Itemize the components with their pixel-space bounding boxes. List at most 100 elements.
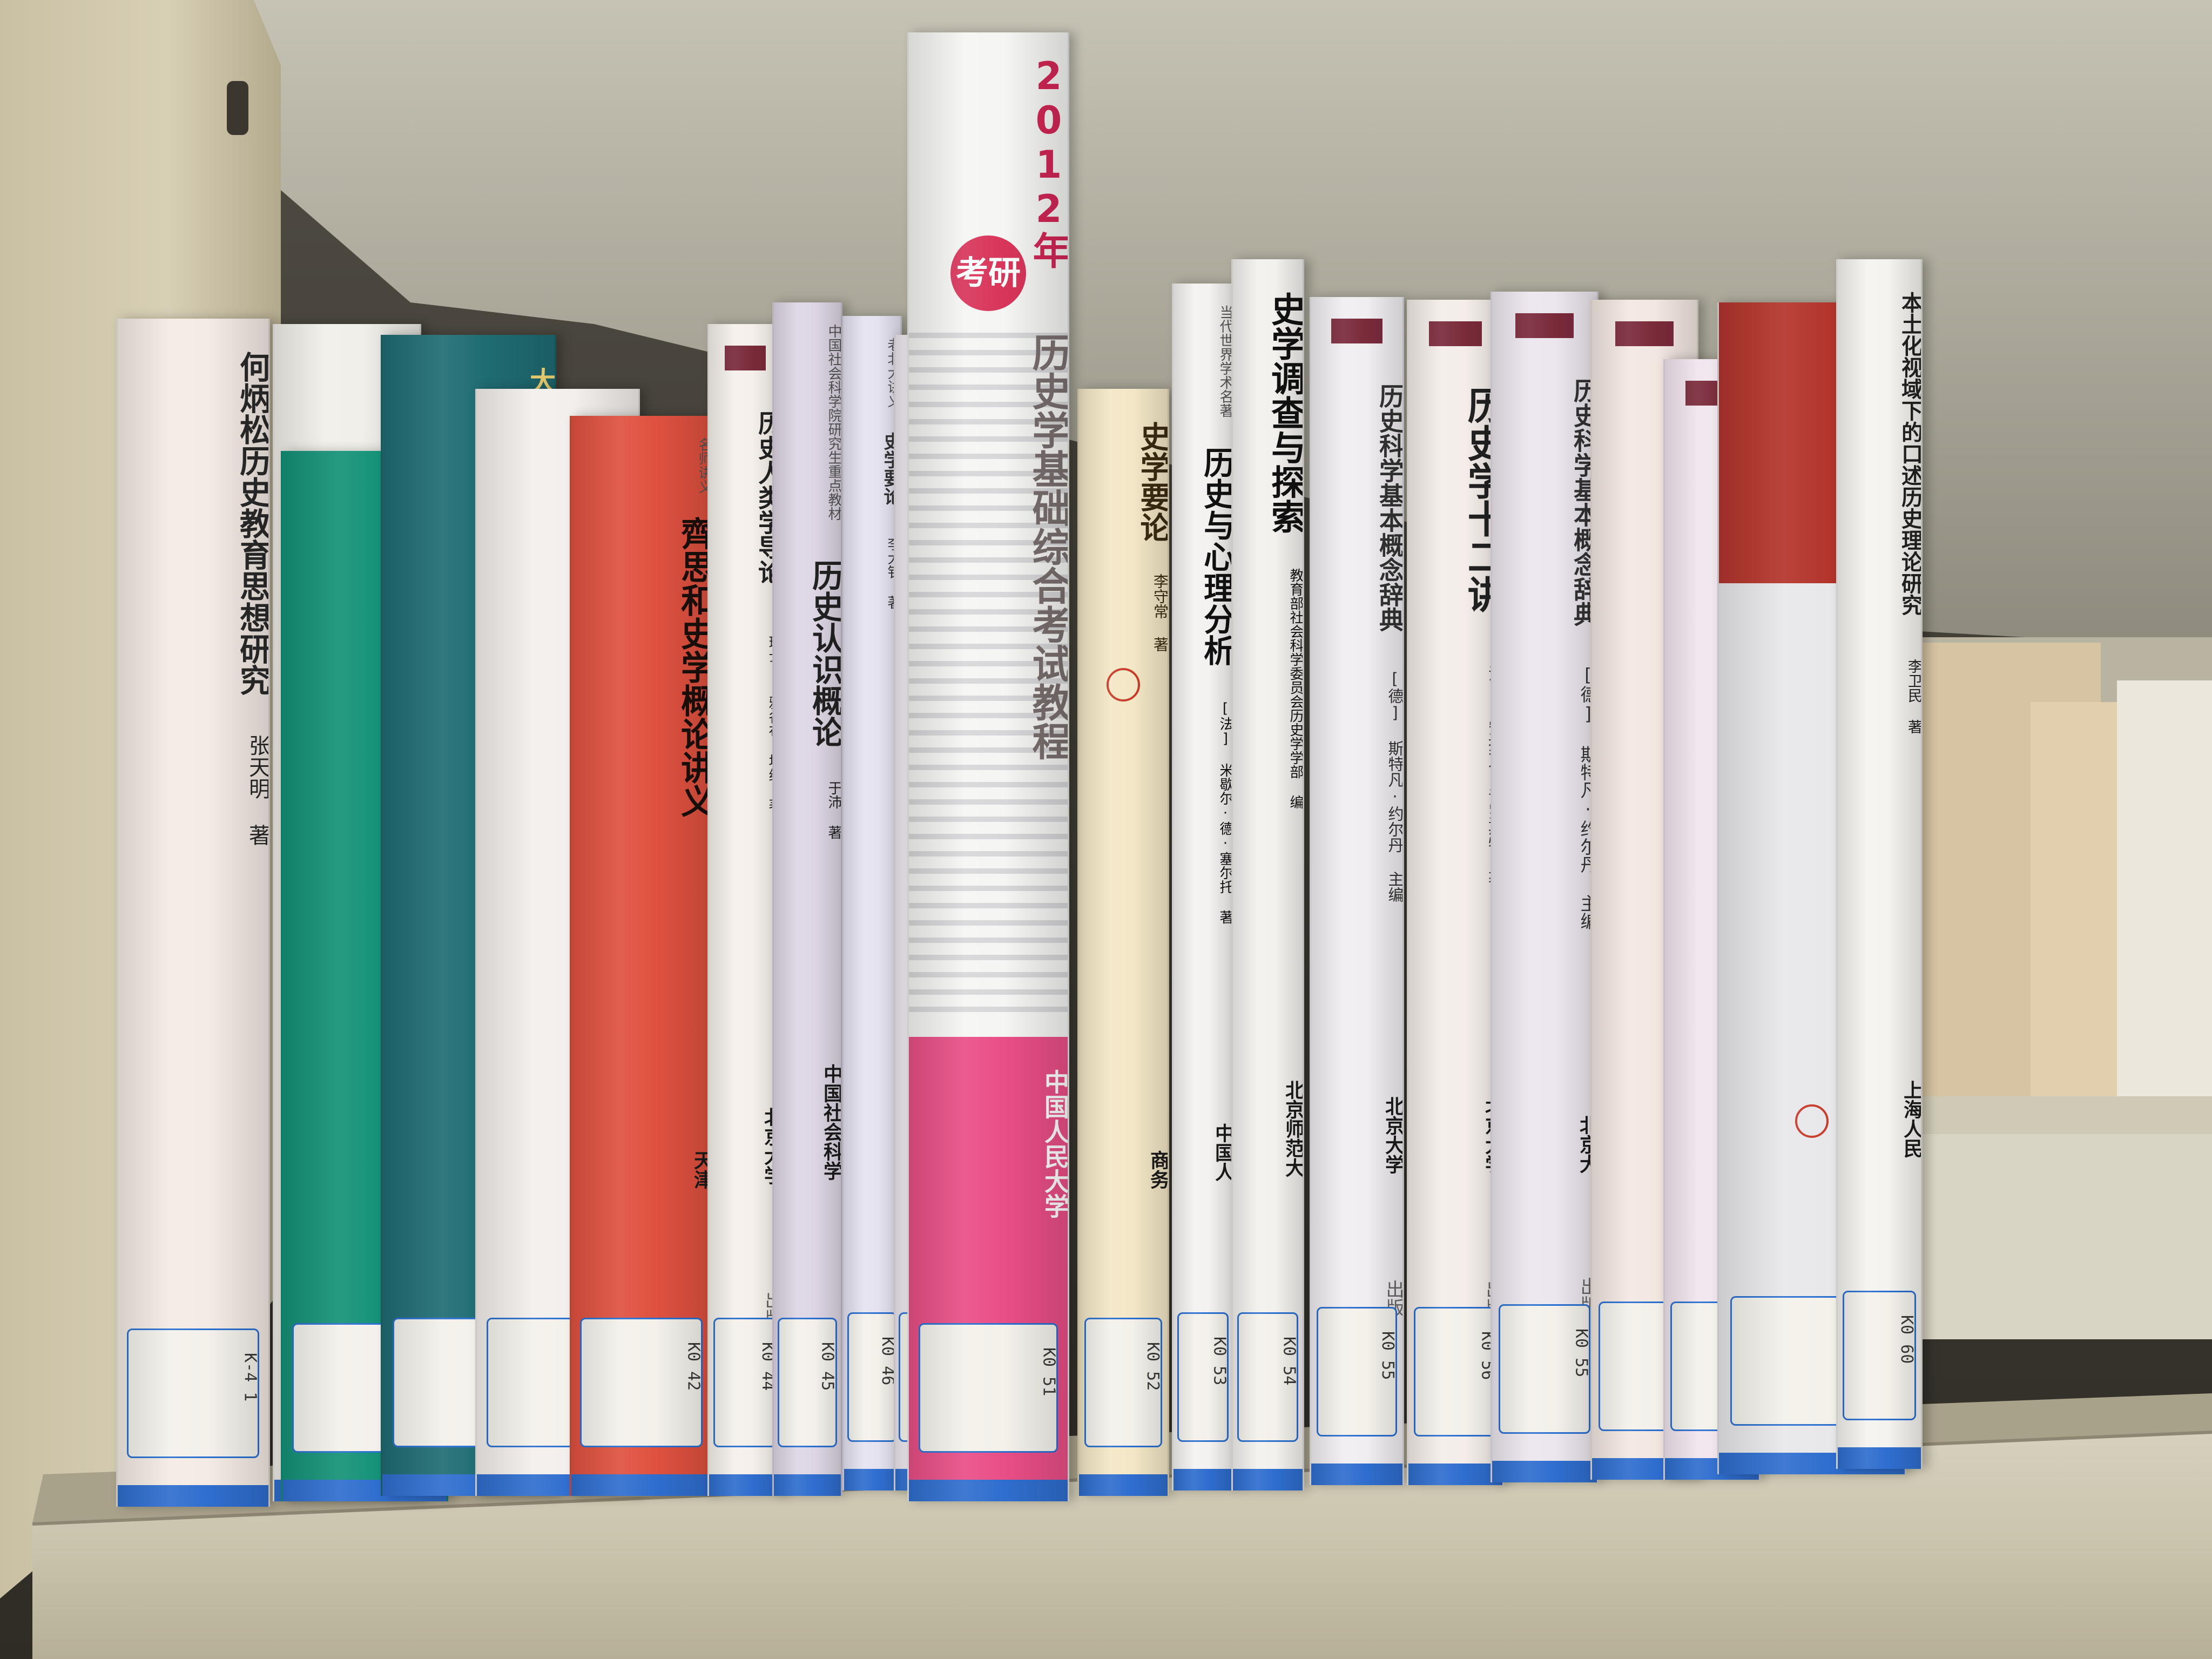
- call-number: K0 42: [684, 1342, 703, 1391]
- book-author: 李大钊 著: [885, 537, 901, 609]
- call-number: K0 52: [1143, 1342, 1163, 1391]
- call-number-label: K0 54: [1237, 1312, 1299, 1442]
- call-number-label: K0 56: [1414, 1307, 1497, 1437]
- label-tape: [774, 1474, 841, 1496]
- book-publisher: 中国人民大学: [1041, 1069, 1069, 1218]
- label-tape: [1233, 1469, 1303, 1491]
- book-title: 史学调查与探索: [1265, 292, 1304, 534]
- book-author: 教育部社会科学委员会历史学学部 编: [1287, 568, 1304, 809]
- call-number: K0 55: [1572, 1328, 1591, 1378]
- call-number-label: K0 60: [1843, 1291, 1916, 1420]
- book-spine: 中国社会科学院研究生重点教材历史认识概论于沛 著中国社会科学 K0 45: [772, 302, 842, 1496]
- book-title: 历史认识概论: [807, 559, 842, 747]
- label-tape: [1311, 1464, 1402, 1485]
- label-tape: [571, 1474, 711, 1496]
- book-title: 史学要论: [880, 432, 902, 505]
- spine-stripe: [909, 903, 1068, 908]
- book-publisher: 中国人: [1212, 1123, 1234, 1182]
- book-title: 历史科学基本概念辞典: [1375, 383, 1404, 632]
- call-number-label: K0 51: [918, 1323, 1058, 1453]
- book-title: 史学要论: [1135, 421, 1169, 542]
- book-publisher: 北京大学: [1408, 1096, 1502, 1174]
- call-number-label: K0 42: [579, 1318, 703, 1447]
- call-number-label: K0 55: [1317, 1307, 1397, 1437]
- call-number-label: K0 46: [847, 1312, 897, 1442]
- spine-stripe: [909, 868, 1068, 874]
- call-number-label: K0 53: [1177, 1312, 1229, 1442]
- bookshelf-scene: 何炳松历史教育思想研究张天明 著K-4 1○朱学勤多维的历史纪念历史学家查瑞先生…: [0, 0, 2212, 1659]
- book-spine: 2012年 考研 历史学基础综合考试教程 中国人民大学 K0 51: [907, 32, 1069, 1501]
- book-publisher: 北京大学: [709, 1107, 781, 1185]
- label-tape: [118, 1485, 268, 1507]
- call-number: K0 56: [1478, 1331, 1497, 1380]
- book-author: [瑞士] 雅各布·坦纳 著: [709, 619, 781, 812]
- book-title: 齊思和史学概论讲义: [675, 516, 713, 818]
- call-number: K0 60: [1897, 1315, 1916, 1364]
- book-spine: 老北大讲义史学要论李大钊 著 K0 46: [842, 316, 902, 1491]
- spine-stripe: [909, 782, 1068, 787]
- spine-stripe: [909, 955, 1068, 960]
- publisher-logo: [1515, 313, 1574, 338]
- label-tape: [1408, 1464, 1502, 1485]
- spine-stripe: [909, 851, 1068, 857]
- label-tape: [1492, 1461, 1597, 1482]
- publisher-logo: [1615, 321, 1674, 346]
- book-title: 历史学十二讲: [1461, 386, 1504, 613]
- book-title: 历史学基础综合考试教程: [1026, 333, 1069, 760]
- call-number: K0 51: [1039, 1347, 1058, 1397]
- book-publisher: 北京大: [1576, 1115, 1599, 1174]
- book-series: 中国社会科学院研究生重点教材: [826, 324, 842, 521]
- book-spine: 名师讲义 齊思和史学概论讲义 天津 K0 42: [570, 416, 713, 1496]
- call-number-label: K0 45: [778, 1318, 837, 1447]
- book-author: [法] 米歇尔·德·塞尔托 著: [1217, 700, 1233, 924]
- publisher-seal: [1107, 668, 1140, 702]
- book-publisher: 上海人民: [1900, 1080, 1923, 1158]
- publisher-logo: [1331, 319, 1382, 343]
- book-spine: 历史人类学导论[瑞士] 雅各布·坦纳 著北京大学出版社K0 44: [707, 324, 783, 1496]
- spine-stripe: [909, 817, 1068, 822]
- label-tape: [1174, 1469, 1232, 1491]
- label-tape: [709, 1474, 781, 1496]
- call-number-label: K0 52: [1084, 1318, 1163, 1447]
- call-number: K0 54: [1279, 1337, 1299, 1386]
- spine-stripe: [909, 972, 1068, 977]
- call-number: K0 53: [1210, 1337, 1229, 1386]
- book-spine: 史学调查与探索 教育部社会科学委员会历史学学部 编北京师范大 K0 54: [1231, 259, 1304, 1491]
- book-author: 于沛 著: [826, 781, 842, 839]
- exam-badge: 考研: [950, 235, 1026, 311]
- book-spine: 历史科学基本概念辞典 [德] 斯特凡·约尔丹 主编 北京大学 出版 K0 55: [1310, 297, 1404, 1485]
- spine-stripe: [909, 989, 1068, 995]
- spine-stripe: [909, 799, 1068, 805]
- spine-stripe: [909, 938, 1068, 943]
- spine-stripe: [909, 834, 1068, 839]
- book-spine: 本土化视域下的口述历史理论研究李卫民 著上海人民 K0 60: [1836, 259, 1923, 1469]
- book-author: [德] 斯特凡·约尔丹 主编: [1577, 664, 1599, 930]
- publisher-logo: [1429, 321, 1482, 346]
- book-publisher: 中国社会科学: [820, 1064, 842, 1181]
- book-spine: 历史科学基本概念辞典 [德] 斯特凡·约尔丹 主编 北京大 出版 K0 55: [1491, 292, 1599, 1482]
- call-number: K-4 1: [240, 1353, 260, 1402]
- book-title: 历史与心理分析: [1198, 447, 1234, 666]
- spine-stripe: [909, 886, 1068, 891]
- book-publisher: 商务: [1147, 1150, 1169, 1189]
- spine-stripe: [909, 765, 1068, 770]
- spine-stripe: [909, 1007, 1068, 1012]
- book-publisher: 北京大学: [1382, 1096, 1404, 1174]
- book-publisher: 天津: [691, 1150, 713, 1189]
- call-number-label: K0 44: [713, 1318, 777, 1447]
- book-author: 张天明 著: [245, 734, 270, 846]
- book-author: [法] 安托万·普罗斯特 著: [1408, 646, 1502, 887]
- book-author: 李守常 著: [1151, 574, 1169, 652]
- label-tape: [844, 1469, 900, 1491]
- book-author: [德] 斯特凡·约尔丹 主编: [1386, 670, 1404, 902]
- publisher-logo: [725, 346, 766, 370]
- book-author: 李卫民 著: [1905, 659, 1922, 734]
- book-title: 本土化视域下的口述历史理论研究: [1898, 292, 1923, 616]
- book-spine: 当代世界学术名著 历史与心理分析 [法] 米歇尔·德·塞尔托 著中国人 K0 53: [1172, 284, 1234, 1491]
- spine-stripe: [909, 920, 1068, 926]
- call-number-label: K-4 1: [126, 1328, 260, 1458]
- book-series: 老北大讲义: [885, 338, 901, 408]
- book-title: 历史人类学导论: [754, 410, 783, 584]
- call-number: K0 45: [818, 1342, 837, 1391]
- book-title: 何炳松历史教育思想研究: [234, 351, 270, 696]
